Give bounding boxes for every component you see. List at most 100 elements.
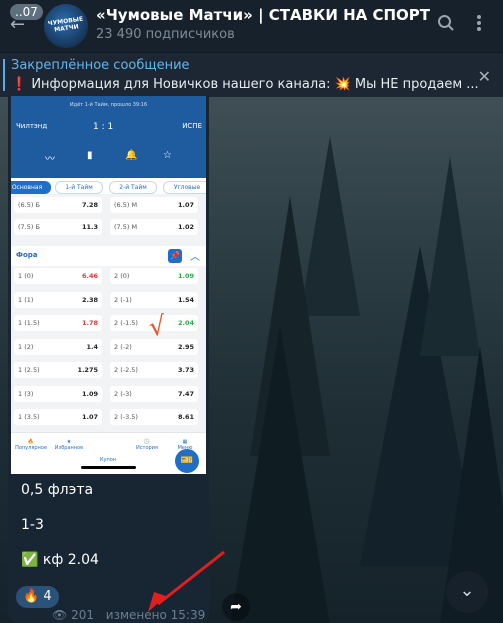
nav-favorites: ★ Избранное xyxy=(51,439,87,451)
tab-main-game: Основная игра xyxy=(11,181,51,202)
odds-value: 2.38 xyxy=(81,295,98,304)
nav-history: 🕓 История xyxy=(129,439,165,451)
unread-badge: ..07 xyxy=(10,4,43,20)
tab-first-half: 1-й Тайм xyxy=(55,181,103,194)
nav-menu-label: Меню xyxy=(177,445,193,451)
nav-coupon: 🎫 Купон xyxy=(90,449,199,473)
odds-label: 1 (3) xyxy=(18,389,34,398)
market-tabs: Основная игра 1-й Тайм 2-й Тайм Угловые xyxy=(11,178,206,202)
nav-popular: 🔥 Популярное xyxy=(13,439,49,451)
odds-value: 3.73 xyxy=(177,366,194,374)
nav-menu: ▦ Меню xyxy=(167,439,203,451)
match-score: 1 : 1 xyxy=(93,122,114,132)
nav-favorites-label: Избранное xyxy=(54,445,84,451)
odds-label: (7.5) М xyxy=(114,223,138,231)
odds-row: (7.5) Б 11.3 (7.5) М 1.02 xyxy=(11,217,206,237)
odds-row: 1 (1) 2.38 2 (-1) 1.54 xyxy=(11,290,206,310)
odds-row: (6.5) Б 7.28 (6.5) М 1.07 xyxy=(11,195,206,215)
pinned-text: ❗ Информация для Новичков нашего канала:… xyxy=(11,77,479,92)
odds-value: 11.3 xyxy=(81,223,98,231)
match-header: Идёт 1-й Тайм, прошло 39:16 Чилтэнд 1 : … xyxy=(11,96,206,178)
odds-value: 1.4 xyxy=(86,342,98,351)
message-text-line: 1-3 xyxy=(21,517,44,533)
attached-screenshot[interactable]: Идёт 1-й Тайм, прошло 39:16 Чилтэнд 1 : … xyxy=(11,96,206,474)
share-icon[interactable]: ➦ xyxy=(222,593,250,621)
odds-label: 2 (-2) xyxy=(114,342,132,351)
odds-label: 2 (-2.5) xyxy=(114,366,138,374)
nav-popular-label: Популярное xyxy=(15,445,47,451)
odds-value: 1.54 xyxy=(177,295,194,304)
odds-label: (7.5) Б xyxy=(18,223,40,231)
odds-row: 1 (0) 6.46 2 (0) 1.09 xyxy=(11,266,206,286)
pin-icon: 📌 xyxy=(168,249,182,263)
odds-label: 1 (2.5) xyxy=(18,366,40,374)
channel-avatar[interactable]: ЧУМОВЫЕ МАТЧИ xyxy=(44,4,88,48)
annotation-arrow xyxy=(148,550,225,612)
scroll-down-button[interactable]: ⌄ xyxy=(446,571,488,613)
reaction-emoji: 🔥 xyxy=(23,589,40,604)
bell-icon: 🔔 xyxy=(125,150,138,161)
odds-value: 1.275 xyxy=(77,366,98,374)
pinned-message-bar[interactable]: Закреплённое сообщение ❗ Информация для … xyxy=(0,52,503,97)
view-count: 201 xyxy=(71,608,94,622)
reaction-count: 4 xyxy=(43,589,52,604)
team-right: ИСПЕ xyxy=(182,122,202,130)
star-icon: ☆ xyxy=(163,150,172,161)
message-bubble[interactable]: Идёт 1-й Тайм, прошло 39:16 Чилтэнд 1 : … xyxy=(8,96,209,623)
home-indicator xyxy=(81,466,136,469)
odds-label: 1 (2) xyxy=(18,342,34,351)
handicap-title: Фора xyxy=(16,251,38,259)
odds-row: 1 (1.5) 1.78 2 (-1.5) 2.04 xyxy=(11,313,206,333)
odds-value: 2.04 xyxy=(177,319,194,327)
odds-value: 7.47 xyxy=(177,389,194,398)
odds-value: 7.28 xyxy=(81,201,98,209)
handwritten-check-mark: √ xyxy=(146,310,168,344)
reaction-chip[interactable]: 🔥 4 xyxy=(16,586,59,608)
tab-second-half: 2-й Тайм xyxy=(109,181,157,194)
odds-value: 2.95 xyxy=(177,342,194,351)
odds-label: 2 (-1) xyxy=(114,295,132,304)
ticket-icon: 🎫 xyxy=(175,449,199,473)
odds-value: 1.07 xyxy=(177,201,194,209)
match-status: Идёт 1-й Тайм, прошло 39:16 xyxy=(69,102,148,108)
odds-value: 1.07 xyxy=(81,413,98,421)
odds-label: 1 (0) xyxy=(18,272,34,280)
close-pinned-icon[interactable]: ✕ xyxy=(478,67,491,86)
odds-label: 2 (0) xyxy=(114,272,130,280)
odds-label: 2 (-1.5) xyxy=(114,319,138,327)
odds-row: 1 (3.5) 1.07 2 (-3.5) 8.61 xyxy=(11,407,206,427)
odds-label: 1 (3.5) xyxy=(18,413,40,421)
tab-corners: Угловые xyxy=(163,181,206,194)
nav-history-label: История xyxy=(136,445,158,451)
team-left: Чилтэнд xyxy=(16,122,48,130)
odds-row: 1 (2) 1.4 2 (-2) 2.95 xyxy=(11,337,206,357)
pinned-indicator xyxy=(3,59,5,91)
odds-value: 1.09 xyxy=(177,272,194,280)
chat-header: ← ..07 ЧУМОВЫЕ МАТЧИ «Чумовые Матчи» | С… xyxy=(0,0,503,52)
pinned-title: Закреплённое сообщение xyxy=(11,58,190,73)
avatar-logo-text: ЧУМОВЫЕ МАТЧИ xyxy=(47,15,84,34)
message-text-line: 0,5 флэта xyxy=(21,482,94,498)
odds-value: 6.46 xyxy=(81,272,98,280)
search-icon[interactable] xyxy=(437,14,455,37)
odds-value: 1.09 xyxy=(81,389,98,398)
odds-label: 2 (-3.5) xyxy=(114,413,138,421)
odds-label: 1 (1) xyxy=(18,295,34,304)
odds-row: 1 (2.5) 1.275 2 (-2.5) 3.73 xyxy=(11,360,206,380)
channel-title[interactable]: «Чумовые Матчи» | СТАВКИ НА СПОРТ xyxy=(96,6,430,24)
chevron-up-icon: ︿ xyxy=(190,252,200,263)
odds-label: 1 (1.5) xyxy=(18,319,40,327)
odds-label: 2 (-3) xyxy=(114,389,132,398)
nav-coupon-label: Купон xyxy=(99,457,117,463)
handicap-section-header: Фора 📌 ︿ xyxy=(11,246,206,266)
trend-icon: 〰 xyxy=(45,154,55,165)
odds-value: 1.78 xyxy=(81,319,98,327)
eye-icon: 👁 xyxy=(52,608,68,622)
odds-row: 1 (3) 1.09 2 (-3) 7.47 xyxy=(11,384,206,404)
stats-icon: ▮ xyxy=(87,150,93,161)
subscriber-count: 23 490 подписчиков xyxy=(96,27,235,42)
more-vert-icon[interactable] xyxy=(476,14,482,37)
odds-value: 8.61 xyxy=(177,413,194,421)
message-text-line: ✅ кф 2.04 xyxy=(21,552,99,568)
odds-label: (6.5) Б xyxy=(18,201,40,209)
